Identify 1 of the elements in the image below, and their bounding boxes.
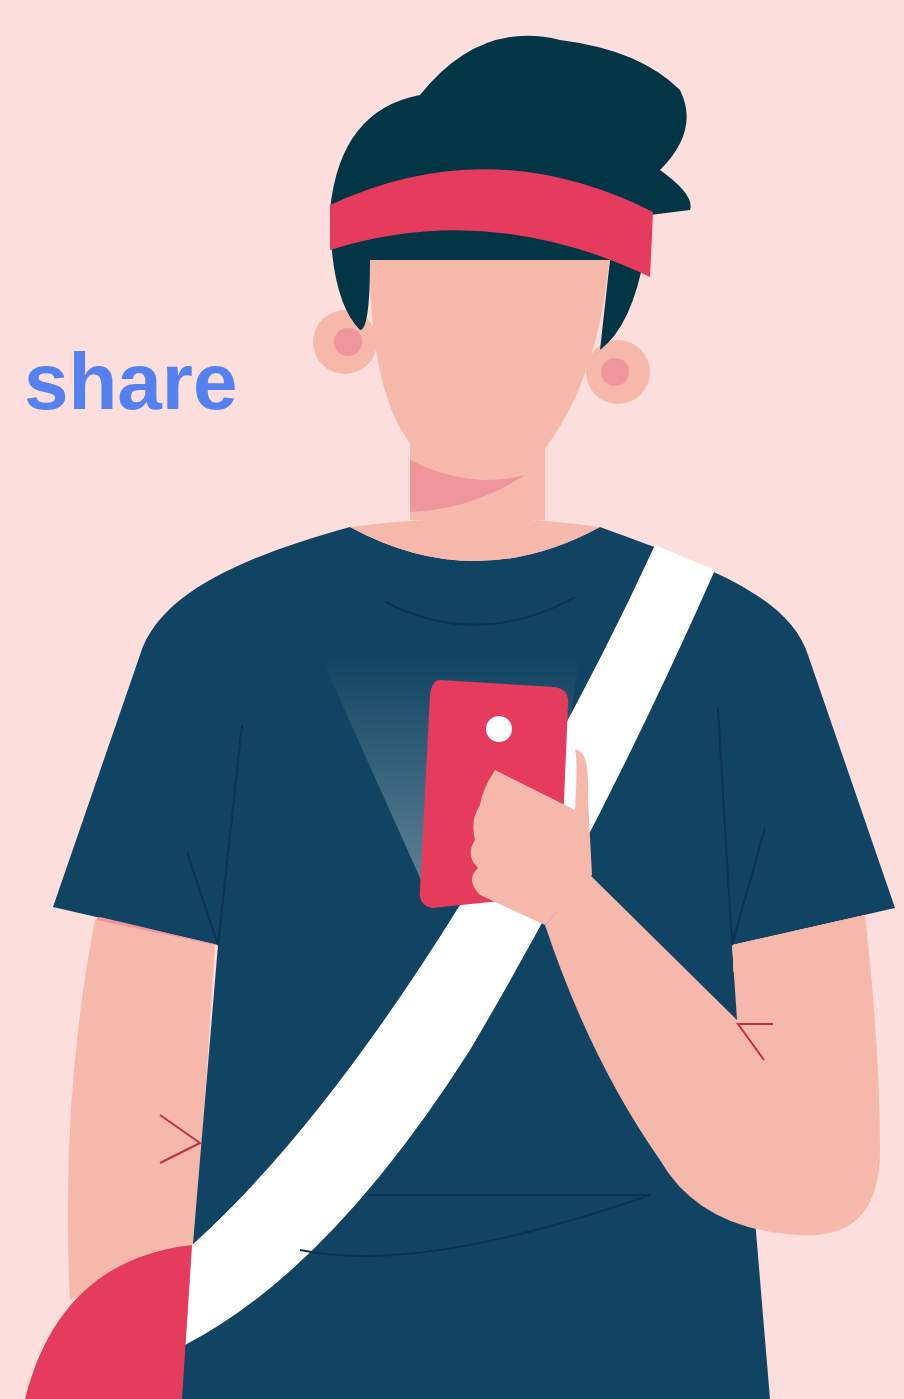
hero-heading: share [23, 336, 238, 426]
